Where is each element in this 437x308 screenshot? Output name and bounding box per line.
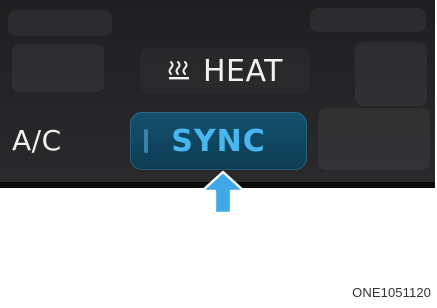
- background-control-shadow: [355, 42, 427, 106]
- background-control-shadow: [8, 10, 112, 36]
- sync-button[interactable]: SYNC: [130, 112, 307, 170]
- background-control-shadow: [12, 44, 104, 92]
- ac-label: A/C: [12, 123, 62, 157]
- heat-icon: [168, 61, 189, 80]
- ac-button[interactable]: A/C: [10, 118, 96, 162]
- pointer-arrow: [197, 170, 249, 216]
- climate-control-panel: HEAT A/C SYNC: [0, 0, 435, 186]
- figure-frame: HEAT A/C SYNC ONE1051120: [0, 0, 437, 308]
- background-control-shadow: [318, 108, 430, 170]
- heat-button[interactable]: HEAT: [140, 48, 310, 94]
- background-control-shadow: [310, 8, 426, 32]
- figure-code: ONE1051120: [352, 285, 431, 300]
- heat-label: HEAT: [202, 53, 284, 89]
- up-arrow-icon: [200, 170, 246, 215]
- sync-label: SYNC: [171, 123, 266, 159]
